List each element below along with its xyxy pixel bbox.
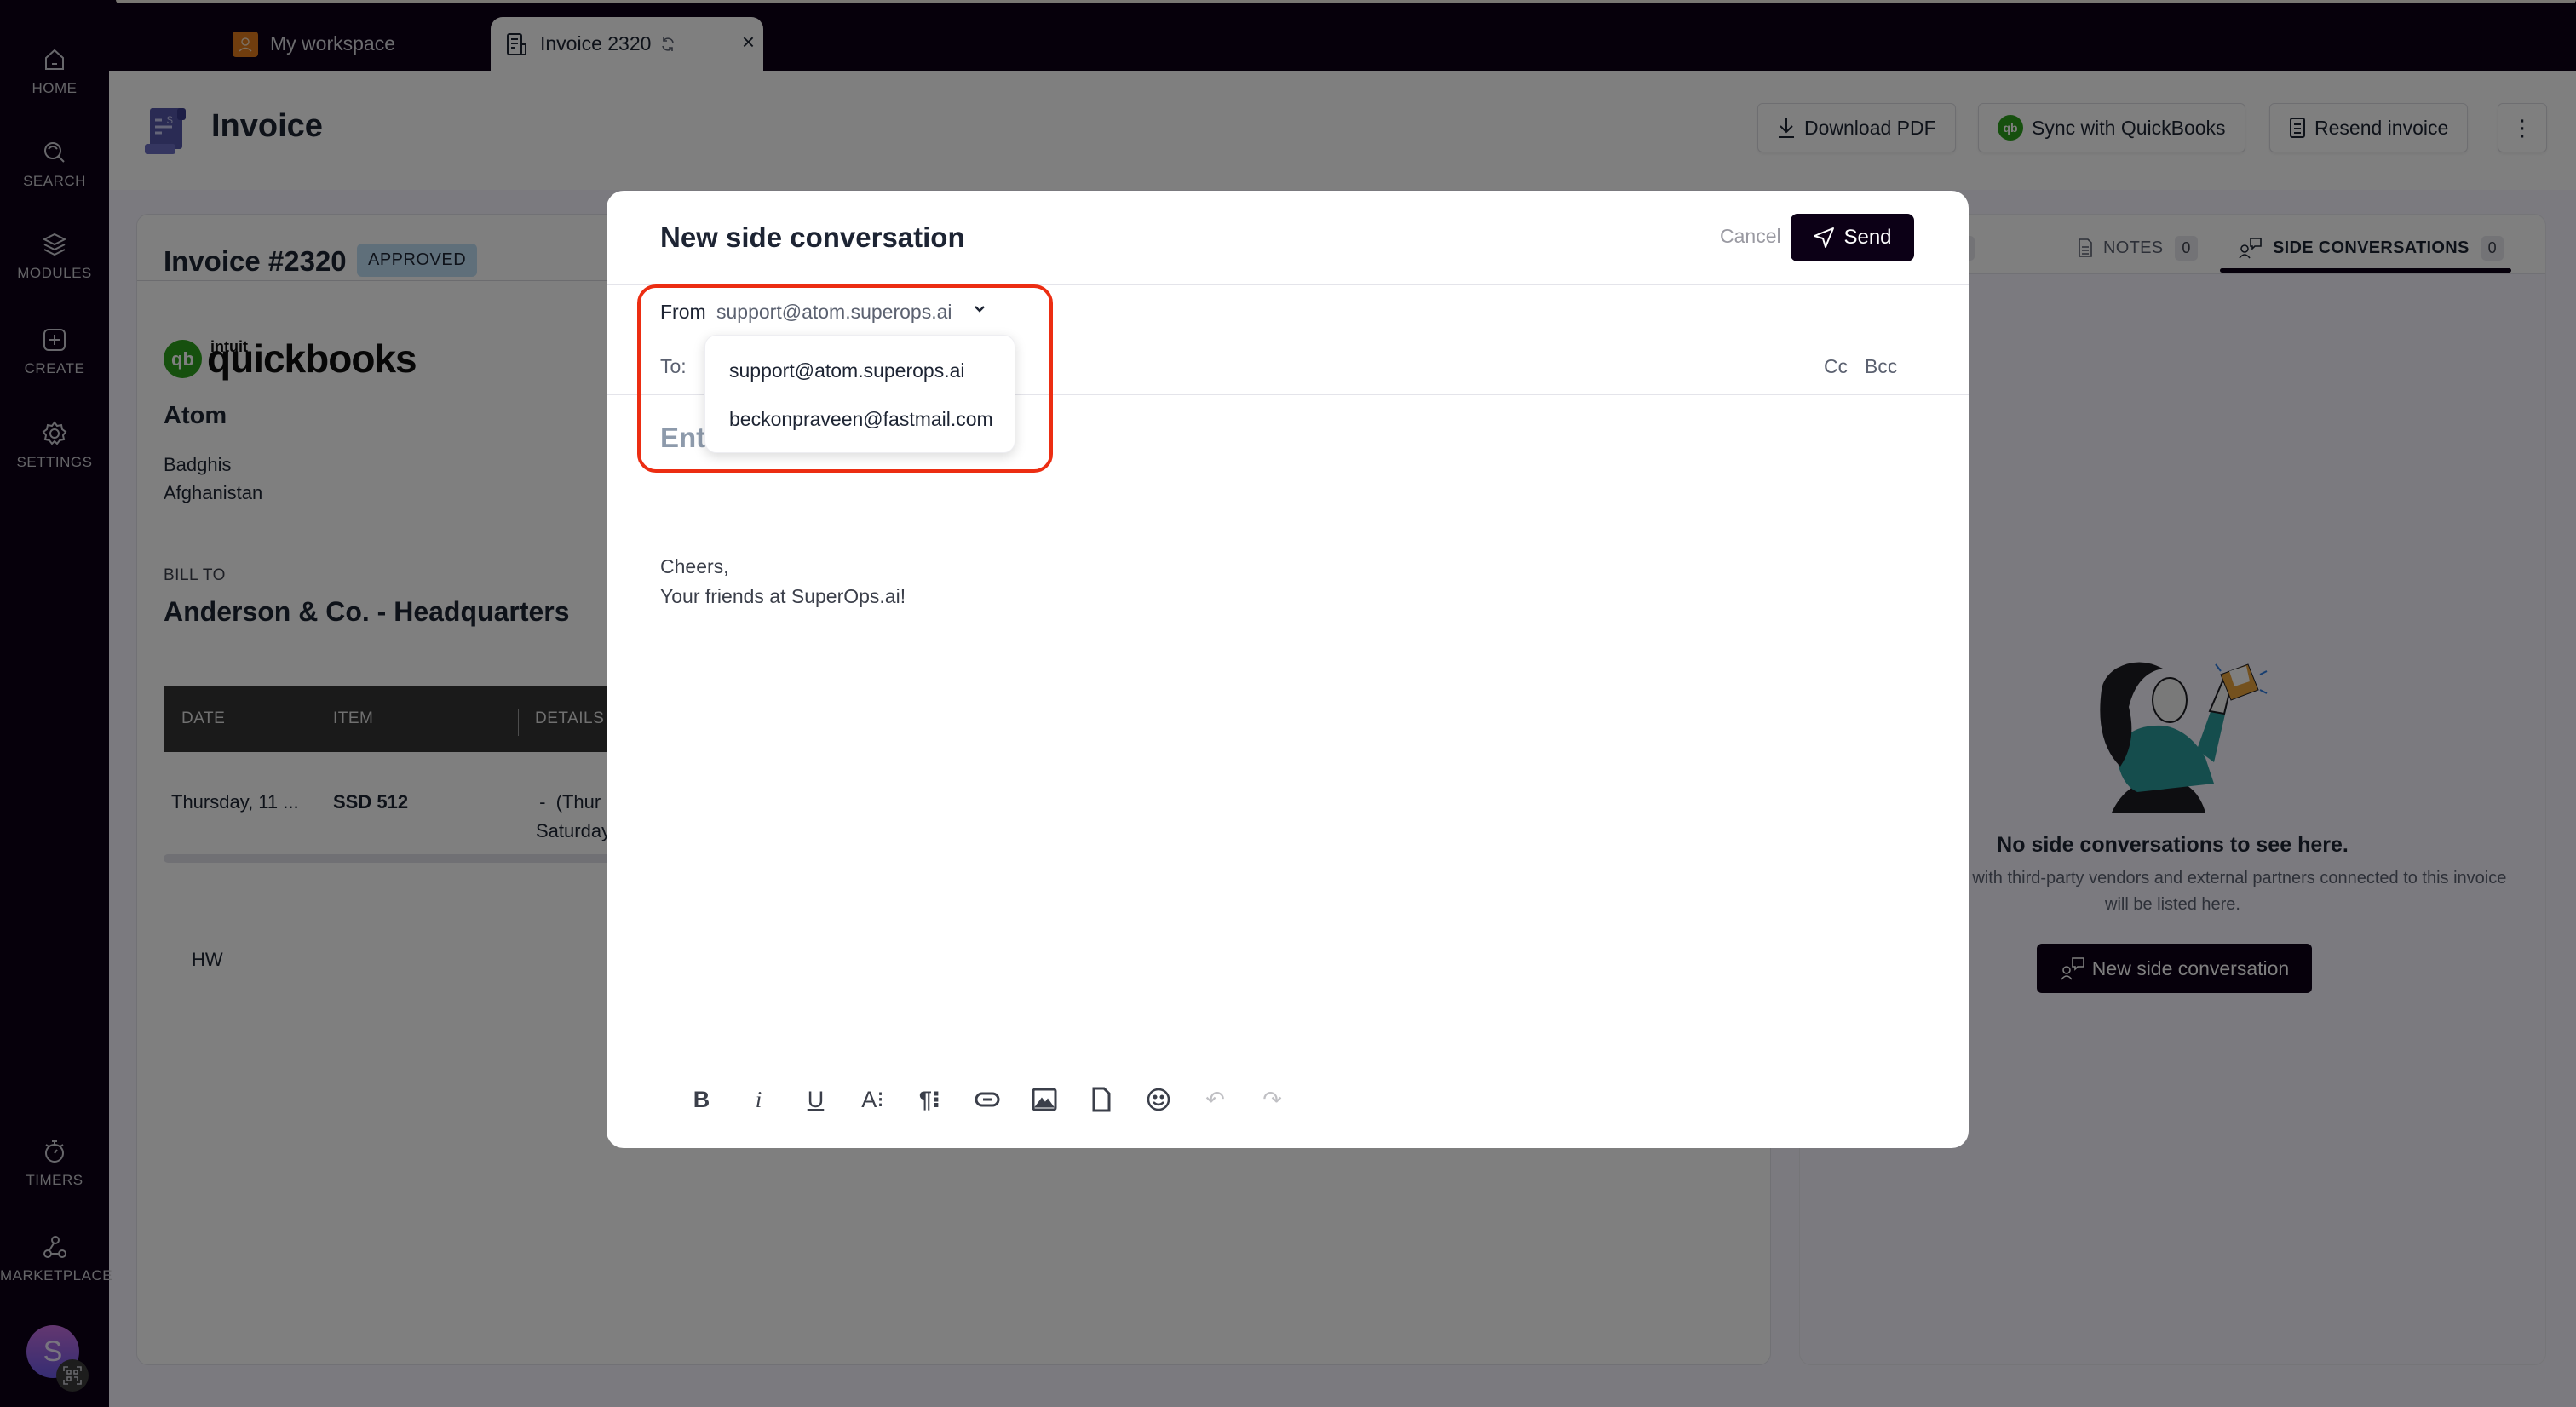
italic-icon[interactable]: i (730, 1083, 787, 1117)
send-button[interactable]: Send (1791, 214, 1914, 261)
from-option[interactable]: beckonpraveen@fastmail.com (729, 408, 993, 431)
divider (607, 284, 1969, 285)
button-label: Send (1843, 226, 1892, 249)
message-body-line[interactable]: Your friends at SuperOps.ai! (660, 585, 906, 608)
chevron-down-icon[interactable] (972, 302, 987, 317)
bcc-toggle[interactable]: Bcc (1865, 355, 1897, 378)
message-body-line[interactable]: Cheers, (660, 555, 729, 578)
cc-toggle[interactable]: Cc (1824, 355, 1848, 378)
emoji-icon[interactable] (1130, 1083, 1187, 1117)
image-icon[interactable] (1015, 1083, 1072, 1117)
bold-icon[interactable]: B (673, 1083, 730, 1117)
from-dropdown-menu: support@atom.superops.ai beckonpraveen@f… (704, 335, 1015, 453)
link-icon[interactable] (958, 1083, 1015, 1117)
undo-icon[interactable]: ↶ (1187, 1083, 1244, 1117)
font-size-icon[interactable]: A⁝ (844, 1083, 901, 1117)
cancel-button[interactable]: Cancel (1720, 225, 1781, 248)
modal-title: New side conversation (660, 221, 965, 253)
paragraph-icon[interactable]: ¶⁝ (901, 1083, 958, 1117)
from-label: From (660, 301, 706, 323)
to-label: To: (660, 355, 687, 377)
send-icon (1814, 227, 1835, 248)
from-option[interactable]: support@atom.superops.ai (729, 359, 965, 382)
editor-toolbar: B i U A⁝ ¶⁝ ↶ ↷ (673, 1083, 1301, 1117)
underline-icon[interactable]: U (787, 1083, 844, 1117)
from-select[interactable]: support@atom.superops.ai (716, 301, 952, 324)
redo-icon[interactable]: ↷ (1244, 1083, 1301, 1117)
file-icon[interactable] (1072, 1083, 1130, 1117)
